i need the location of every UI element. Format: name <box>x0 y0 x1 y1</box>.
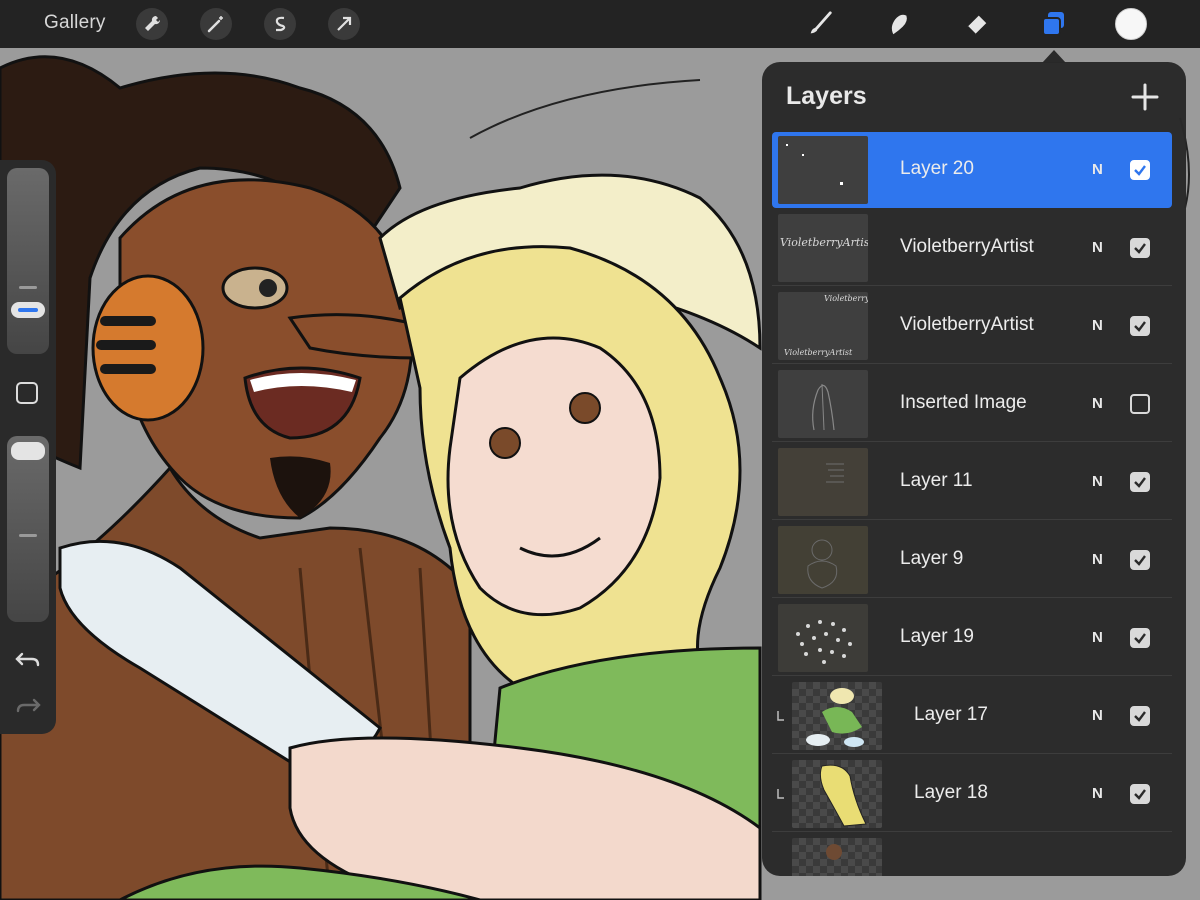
layer-thumbnail: VioletberryArtist <box>778 214 868 282</box>
modify-square-icon[interactable] <box>16 382 38 404</box>
blend-mode[interactable]: N <box>1092 317 1103 334</box>
thumbnail-watermark: VioletberryArtist <box>784 348 853 357</box>
visibility-checkbox[interactable] <box>1130 706 1150 726</box>
visibility-checkbox[interactable] <box>1130 628 1150 648</box>
active-indicator <box>18 308 38 312</box>
magic-wand-icon[interactable] <box>200 8 232 40</box>
blend-mode[interactable]: N <box>1092 785 1103 802</box>
layer-row[interactable]: Violetberry VioletberryArtist Violetberr… <box>772 288 1172 364</box>
wrench-icon[interactable] <box>136 8 168 40</box>
visibility-checkbox[interactable] <box>1130 394 1150 414</box>
thumbnail-watermark: VioletberryArtist <box>780 236 868 249</box>
slider-tick <box>19 534 37 537</box>
layer-name: Layer 11 <box>900 470 973 491</box>
selection-s-icon[interactable] <box>264 8 296 40</box>
left-sidebar <box>0 160 56 734</box>
visibility-checkbox[interactable] <box>1130 160 1150 180</box>
layer-thumbnail <box>778 604 868 672</box>
layer-thumbnail <box>778 448 868 516</box>
visibility-checkbox[interactable] <box>1130 238 1150 258</box>
visibility-checkbox[interactable] <box>1130 550 1150 570</box>
layer-name: Layer 17 <box>914 704 988 725</box>
layer-name: Layer 20 <box>900 158 974 179</box>
layer-thumbnail <box>778 526 868 594</box>
layer-row[interactable]: Layer 11 N <box>772 444 1172 520</box>
top-toolbar: Gallery <box>0 0 1200 48</box>
layer-thumbnail <box>792 682 882 750</box>
layer-row[interactable]: Layer 19 N <box>772 600 1172 676</box>
blend-mode[interactable]: N <box>1092 161 1103 178</box>
layer-name: Inserted Image <box>900 392 1027 413</box>
layer-row[interactable]: Layer 17 N <box>772 678 1172 754</box>
plus-icon[interactable] <box>1130 82 1160 112</box>
layer-row[interactable]: VioletberryArtist VioletberryArtist N <box>772 210 1172 286</box>
layer-name: Layer 19 <box>900 626 974 647</box>
layer-name: VioletberryArtist <box>900 236 1034 257</box>
blend-mode[interactable]: N <box>1092 239 1103 256</box>
layer-name: Layer 9 <box>900 548 964 569</box>
transform-arrow-icon[interactable] <box>328 8 360 40</box>
layer-thumbnail <box>778 370 868 438</box>
gallery-button[interactable]: Gallery <box>44 12 106 34</box>
layers-icon[interactable] <box>1036 6 1072 42</box>
layers-title: Layers <box>786 82 867 110</box>
brush-size-thumb[interactable] <box>11 302 45 318</box>
visibility-checkbox[interactable] <box>1130 784 1150 804</box>
redo-icon[interactable] <box>14 694 42 718</box>
blend-mode[interactable]: N <box>1092 473 1103 490</box>
layer-thumbnail <box>792 838 882 876</box>
layer-name: Layer 18 <box>914 782 988 803</box>
thumbnail-watermark: Violetberry <box>824 294 868 303</box>
layer-row[interactable] <box>772 834 1172 876</box>
blend-mode[interactable]: N <box>1092 395 1103 412</box>
layer-thumbnail <box>778 136 868 204</box>
layer-thumbnail <box>792 760 882 828</box>
smudge-icon[interactable] <box>880 6 916 42</box>
layer-thumbnail: Violetberry VioletberryArtist <box>778 292 868 360</box>
visibility-checkbox[interactable] <box>1130 472 1150 492</box>
eraser-icon[interactable] <box>958 6 994 42</box>
opacity-slider[interactable] <box>7 436 49 622</box>
layer-row[interactable]: Layer 9 N <box>772 522 1172 598</box>
layer-row[interactable]: Layer 20 N <box>772 132 1172 208</box>
undo-icon[interactable] <box>14 648 42 672</box>
blend-mode[interactable]: N <box>1092 629 1103 646</box>
blend-mode[interactable]: N <box>1092 707 1103 724</box>
layer-row[interactable]: Inserted Image N <box>772 366 1172 442</box>
brush-size-slider[interactable] <box>7 168 49 354</box>
blend-mode[interactable]: N <box>1092 551 1103 568</box>
clipping-mask-icon <box>777 789 784 799</box>
opacity-thumb[interactable] <box>11 442 45 460</box>
layer-name: VioletberryArtist <box>900 314 1034 335</box>
layer-row[interactable]: Layer 18 N <box>772 756 1172 832</box>
color-picker-button[interactable] <box>1115 8 1147 40</box>
brush-icon[interactable] <box>802 6 838 42</box>
visibility-checkbox[interactable] <box>1130 316 1150 336</box>
layers-panel: Layers Layer 20 N VioletberryArtist Viol… <box>762 62 1186 876</box>
clipping-mask-icon <box>777 711 784 721</box>
slider-tick <box>19 286 37 289</box>
